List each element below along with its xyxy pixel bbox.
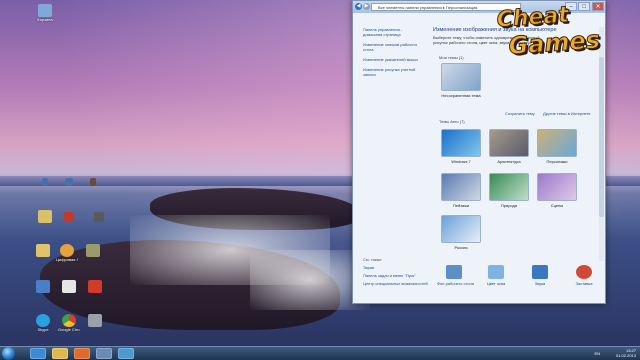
desktop-icon[interactable] bbox=[88, 212, 110, 222]
start-button[interactable] bbox=[2, 347, 15, 360]
theme-scenes[interactable]: Сцены bbox=[537, 173, 577, 208]
screensaver-button[interactable]: Заставка bbox=[567, 265, 601, 286]
see-also-label: См. также bbox=[363, 257, 382, 262]
theme-windows7[interactable]: Windows 7 bbox=[441, 129, 481, 164]
desktop-icon-digital-lab[interactable]: Цифровая Лаборатория bbox=[56, 244, 78, 262]
desktop-icon[interactable] bbox=[58, 280, 80, 293]
theme-preview bbox=[489, 129, 529, 157]
aero-themes-label: Темы Aero (7) bbox=[439, 119, 465, 124]
theme-architecture[interactable]: Архитектура bbox=[489, 129, 529, 164]
theme-preview bbox=[537, 173, 577, 201]
desktop-icon[interactable] bbox=[58, 178, 80, 186]
app-icon bbox=[60, 244, 74, 257]
theme-russia[interactable]: Россия bbox=[441, 215, 481, 250]
sounds-button[interactable]: Звуки bbox=[523, 265, 557, 286]
desktop-icon[interactable] bbox=[32, 244, 54, 257]
chrome-icon bbox=[62, 314, 76, 327]
desktop-background-icon bbox=[446, 265, 462, 279]
desktop-icon[interactable] bbox=[32, 280, 54, 293]
app-icon bbox=[42, 178, 48, 186]
desktop-icon[interactable] bbox=[82, 244, 104, 257]
desktop-icon[interactable] bbox=[84, 314, 106, 327]
screensaver-icon bbox=[576, 265, 592, 279]
theme-preview bbox=[441, 173, 481, 201]
theme-preview bbox=[537, 129, 577, 157]
display-link[interactable]: Экран bbox=[363, 265, 433, 270]
skype-icon bbox=[36, 314, 50, 327]
desktop-icon-chrome[interactable]: Google Chrome bbox=[58, 314, 80, 332]
control-panel-home-link[interactable]: Панель управления - домашняя страница bbox=[363, 27, 421, 37]
theme-characters[interactable]: Персонажи bbox=[537, 129, 577, 164]
theme-preview bbox=[441, 129, 481, 157]
desktop-icon-recycle-bin[interactable]: Корзина bbox=[34, 4, 56, 22]
desktop-icon[interactable] bbox=[84, 280, 106, 293]
desktop-icon-skype[interactable]: Skype bbox=[32, 314, 54, 332]
clock-date: 01.02.2013 bbox=[615, 353, 636, 358]
change-desktop-icons-link[interactable]: Изменение значков рабочего стола bbox=[363, 42, 421, 52]
app-icon bbox=[88, 280, 102, 293]
language-indicator[interactable]: EN bbox=[594, 351, 600, 356]
sounds-icon bbox=[532, 265, 548, 279]
forward-arrow-icon[interactable]: ▶ bbox=[363, 3, 370, 10]
desktop-icon[interactable] bbox=[58, 212, 80, 222]
online-themes-link[interactable]: Другие темы в Интернете bbox=[543, 111, 591, 116]
change-account-picture-link[interactable]: Изменение рисунка учетной записи bbox=[363, 67, 421, 77]
bottom-settings-row: Фон рабочего стола Цвет окна Звуки Заста… bbox=[437, 265, 603, 301]
app-icon[interactable] bbox=[96, 348, 112, 359]
desktop-icon[interactable] bbox=[82, 178, 104, 186]
media-icon bbox=[64, 212, 74, 222]
control-panel-icon[interactable] bbox=[118, 348, 134, 359]
theme-unsaved[interactable]: Несохраненная тема bbox=[441, 63, 481, 98]
see-also-section: См. также Экран Панель задач и меню "Пус… bbox=[363, 257, 433, 289]
app-icon bbox=[94, 212, 104, 222]
cheat-games-logo: Cheat Games bbox=[495, 2, 601, 60]
theme-landscapes[interactable]: Пейзажи bbox=[441, 173, 481, 208]
save-theme-link[interactable]: Сохранить тему bbox=[505, 111, 535, 116]
my-themes-label: Мои темы (1) bbox=[439, 55, 464, 60]
recycle-bin-icon bbox=[38, 4, 52, 17]
internet-explorer-icon[interactable] bbox=[30, 348, 46, 359]
explorer-folder-icon[interactable] bbox=[52, 348, 68, 359]
desktop-icon[interactable] bbox=[34, 178, 56, 186]
taskbar: EN 13:27 01.02.2013 bbox=[0, 346, 640, 360]
taskbar-start-menu-link[interactable]: Панель задач и меню "Пуск" bbox=[363, 273, 433, 278]
system-clock[interactable]: 13:27 01.02.2013 bbox=[616, 348, 636, 358]
theme-preview bbox=[489, 173, 529, 201]
desktop-background-button[interactable]: Фон рабочего стола bbox=[437, 265, 474, 286]
scrollbar-thumb[interactable] bbox=[599, 57, 604, 217]
theme-nature[interactable]: Природа bbox=[489, 173, 529, 208]
folder-icon bbox=[38, 210, 52, 223]
theme-preview bbox=[441, 63, 481, 91]
window-color-button[interactable]: Цвет окна bbox=[479, 265, 513, 286]
window-color-icon bbox=[488, 265, 504, 279]
media-player-icon[interactable] bbox=[74, 348, 90, 359]
ease-of-access-link[interactable]: Центр специальных возможностей bbox=[363, 281, 433, 286]
folder-icon bbox=[36, 244, 50, 257]
monitor-icon bbox=[36, 280, 50, 293]
theme-preview bbox=[441, 215, 481, 243]
document-icon bbox=[62, 280, 76, 293]
app-icon bbox=[88, 314, 102, 327]
desktop-icon[interactable] bbox=[34, 210, 56, 223]
app-icon bbox=[90, 178, 96, 186]
folder-icon bbox=[86, 244, 100, 257]
back-arrow-icon[interactable]: ◀ bbox=[355, 3, 362, 10]
app-icon bbox=[65, 178, 73, 186]
left-pane: Панель управления - домашняя страница Из… bbox=[363, 27, 421, 82]
change-mouse-pointers-link[interactable]: Изменение указателей мыши bbox=[363, 57, 421, 62]
